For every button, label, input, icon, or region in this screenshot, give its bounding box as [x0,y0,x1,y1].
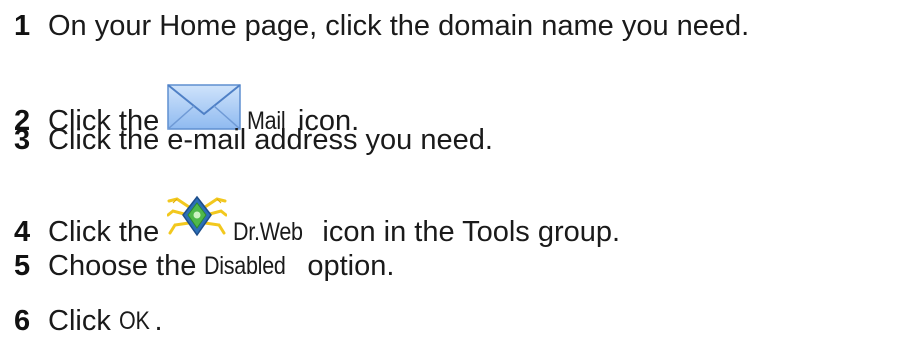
drweb-label: Dr.Web [233,218,303,246]
ok-label: OK [118,307,150,335]
step-4: 4 Click the Dr.Web icon in the Tools gro… [14,193,620,249]
step-number: 3 [14,124,31,156]
step-text-before: Click the [48,216,160,248]
step-text-after: option. [307,250,395,282]
step-text: On your Home page, click the domain name… [48,10,750,42]
disabled-label: Disabled [204,252,286,280]
step-number: 6 [14,305,31,337]
step-6: 6 Click OK . [14,303,163,338]
step-3: 3 Click the e-mail address you need. [14,123,493,157]
step-text-after: . [154,305,163,337]
step-text-after: icon in the Tools group. [322,216,621,248]
drweb-spider-icon [166,193,228,249]
step-text-before: Choose the [48,250,197,282]
step-text-before: Click [48,305,111,337]
step-number: 1 [14,10,31,42]
step-5: 5 Choose the Disabled option. [14,248,394,283]
step-text: Click the e-mail address you need. [48,124,493,156]
step-number: 4 [14,216,31,248]
step-number: 5 [14,250,31,282]
step-1: 1 On your Home page, click the domain na… [14,9,749,43]
